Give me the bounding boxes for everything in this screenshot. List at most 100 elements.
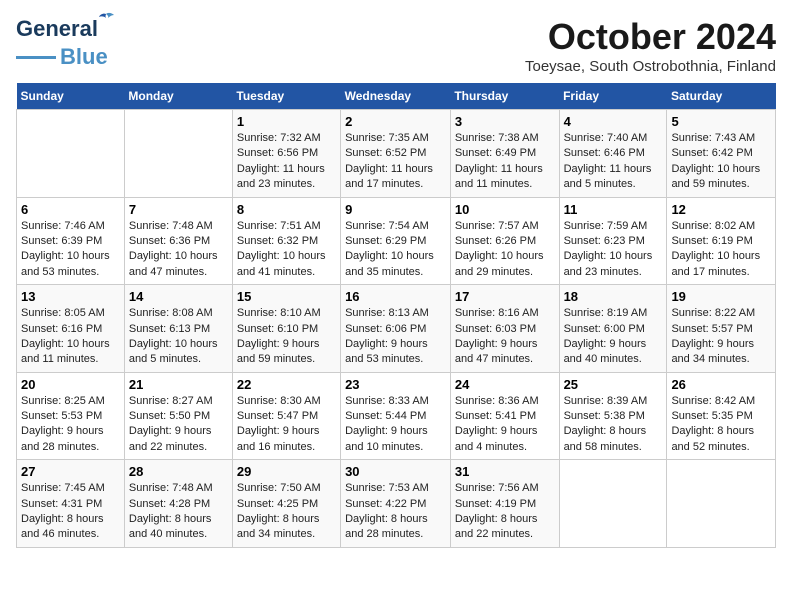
calendar-cell — [124, 110, 232, 198]
calendar-cell: 22Sunrise: 8:30 AM Sunset: 5:47 PM Dayli… — [232, 372, 340, 460]
cell-content: Sunrise: 8:36 AM Sunset: 5:41 PM Dayligh… — [455, 394, 555, 456]
calendar-cell: 17Sunrise: 8:16 AM Sunset: 6:03 PM Dayli… — [450, 285, 559, 373]
logo: General Blue — [16, 16, 108, 70]
cell-content: Sunrise: 7:51 AM Sunset: 6:32 PM Dayligh… — [237, 219, 336, 281]
calendar-cell: 18Sunrise: 8:19 AM Sunset: 6:00 PM Dayli… — [559, 285, 667, 373]
cell-content: Sunrise: 7:57 AM Sunset: 6:26 PM Dayligh… — [455, 219, 555, 281]
calendar-cell: 30 Sunrise: 7:53 AM Sunset: 4:22 PM Dayli… — [341, 460, 451, 548]
day-number: 20 — [21, 377, 120, 392]
cell-content: Sunrise: 8:39 AM Sunset: 5:38 PM Dayligh… — [564, 394, 663, 456]
day-number: 8 — [237, 202, 336, 217]
day-number: 2 — [345, 114, 446, 129]
page-subtitle: Toeysae, South Ostrobothnia, Finland — [525, 58, 776, 75]
cell-content: Sunrise: 8:22 AM Sunset: 5:57 PM Dayligh… — [671, 306, 771, 368]
day-number: 15 — [237, 289, 336, 304]
cell-content: Sunrise: 8:10 AM Sunset: 6:10 PM Dayligh… — [237, 306, 336, 368]
calendar-cell: 28 Sunrise: 7:48 AM Sunset: 4:28 PM Dayli… — [124, 460, 232, 548]
calendar-cell: 20 Sunrise: 8:25 AM Sunset: 5:53 PM Dayli… — [17, 372, 125, 460]
day-number: 23 — [345, 377, 446, 392]
calendar-cell — [667, 460, 776, 548]
day-number: 22 — [237, 377, 336, 392]
calendar-header-friday: Friday — [559, 83, 667, 110]
cell-content: Sunrise: 8:25 AM Sunset: 5:53 PM Dayligh… — [21, 394, 120, 456]
day-number: 31 — [455, 464, 555, 479]
calendar-cell — [559, 460, 667, 548]
day-number: 30 — [345, 464, 446, 479]
calendar-week-row: 27 Sunrise: 7:45 AM Sunset: 4:31 PM Dayli… — [17, 460, 776, 548]
calendar-cell: 23 Sunrise: 8:33 AM Sunset: 5:44 PM Dayli… — [341, 372, 451, 460]
calendar-cell: 13 Sunrise: 8:05 AM Sunset: 6:16 PM Dayli… — [17, 285, 125, 373]
calendar-cell: 26 Sunrise: 8:42 AM Sunset: 5:35 PM Dayli… — [667, 372, 776, 460]
calendar-table: SundayMondayTuesdayWednesdayThursdayFrid… — [16, 83, 776, 548]
day-number: 27 — [21, 464, 120, 479]
cell-content: Sunrise: 8:42 AM Sunset: 5:35 PM Dayligh… — [671, 394, 771, 456]
cell-content: Sunrise: 8:16 AM Sunset: 6:03 PM Dayligh… — [455, 306, 555, 368]
calendar-header-saturday: Saturday — [667, 83, 776, 110]
cell-content: Sunrise: 7:53 AM Sunset: 4:22 PM Dayligh… — [345, 481, 446, 543]
day-number: 3 — [455, 114, 555, 129]
day-number: 26 — [671, 377, 771, 392]
day-number: 6 — [21, 202, 120, 217]
day-number: 13 — [21, 289, 120, 304]
calendar-cell: 5Sunrise: 7:43 AM Sunset: 6:42 PM Daylig… — [667, 110, 776, 198]
day-number: 1 — [237, 114, 336, 129]
calendar-header-monday: Monday — [124, 83, 232, 110]
calendar-cell: 1 Sunrise: 7:32 AM Sunset: 6:56 PM Daylig… — [232, 110, 340, 198]
calendar-cell: 8 Sunrise: 7:51 AM Sunset: 6:32 PM Daylig… — [232, 197, 340, 285]
cell-content: Sunrise: 7:45 AM Sunset: 4:31 PM Dayligh… — [21, 481, 120, 543]
day-number: 29 — [237, 464, 336, 479]
day-number: 14 — [129, 289, 228, 304]
day-number: 9 — [345, 202, 446, 217]
logo-bird-icon — [96, 10, 116, 30]
calendar-cell: 21Sunrise: 8:27 AM Sunset: 5:50 PM Dayli… — [124, 372, 232, 460]
calendar-cell: 10Sunrise: 7:57 AM Sunset: 6:26 PM Dayli… — [450, 197, 559, 285]
cell-content: Sunrise: 7:38 AM Sunset: 6:49 PM Dayligh… — [455, 131, 555, 193]
calendar-cell: 12 Sunrise: 8:02 AM Sunset: 6:19 PM Dayli… — [667, 197, 776, 285]
calendar-cell: 2Sunrise: 7:35 AM Sunset: 6:52 PM Daylig… — [341, 110, 451, 198]
calendar-cell: 6 Sunrise: 7:46 AM Sunset: 6:39 PM Daylig… — [17, 197, 125, 285]
cell-content: Sunrise: 7:54 AM Sunset: 6:29 PM Dayligh… — [345, 219, 446, 281]
calendar-week-row: 13 Sunrise: 8:05 AM Sunset: 6:16 PM Dayli… — [17, 285, 776, 373]
calendar-cell: 7Sunrise: 7:48 AM Sunset: 6:36 PM Daylig… — [124, 197, 232, 285]
cell-content: Sunrise: 7:56 AM Sunset: 4:19 PM Dayligh… — [455, 481, 555, 543]
cell-content: Sunrise: 7:48 AM Sunset: 4:28 PM Dayligh… — [129, 481, 228, 543]
calendar-cell: 25Sunrise: 8:39 AM Sunset: 5:38 PM Dayli… — [559, 372, 667, 460]
cell-content: Sunrise: 7:46 AM Sunset: 6:39 PM Dayligh… — [21, 219, 120, 281]
title-block: October 2024 Toeysae, South Ostrobothnia… — [525, 16, 776, 75]
calendar-header-thursday: Thursday — [450, 83, 559, 110]
cell-content: Sunrise: 8:02 AM Sunset: 6:19 PM Dayligh… — [671, 219, 771, 281]
calendar-body: 1 Sunrise: 7:32 AM Sunset: 6:56 PM Daylig… — [17, 110, 776, 548]
cell-content: Sunrise: 7:59 AM Sunset: 6:23 PM Dayligh… — [564, 219, 663, 281]
day-number: 7 — [129, 202, 228, 217]
day-number: 12 — [671, 202, 771, 217]
calendar-header-sunday: Sunday — [17, 83, 125, 110]
calendar-header-wednesday: Wednesday — [341, 83, 451, 110]
calendar-cell: 24Sunrise: 8:36 AM Sunset: 5:41 PM Dayli… — [450, 372, 559, 460]
cell-content: Sunrise: 8:19 AM Sunset: 6:00 PM Dayligh… — [564, 306, 663, 368]
calendar-week-row: 1 Sunrise: 7:32 AM Sunset: 6:56 PM Daylig… — [17, 110, 776, 198]
calendar-cell: 11 Sunrise: 7:59 AM Sunset: 6:23 PM Dayli… — [559, 197, 667, 285]
calendar-cell: 3 Sunrise: 7:38 AM Sunset: 6:49 PM Daylig… — [450, 110, 559, 198]
day-number: 28 — [129, 464, 228, 479]
cell-content: Sunrise: 8:05 AM Sunset: 6:16 PM Dayligh… — [21, 306, 120, 368]
cell-content: Sunrise: 8:27 AM Sunset: 5:50 PM Dayligh… — [129, 394, 228, 456]
calendar-cell: 27 Sunrise: 7:45 AM Sunset: 4:31 PM Dayli… — [17, 460, 125, 548]
cell-content: Sunrise: 7:43 AM Sunset: 6:42 PM Dayligh… — [671, 131, 771, 193]
calendar-cell: 31 Sunrise: 7:56 AM Sunset: 4:19 PM Dayli… — [450, 460, 559, 548]
cell-content: Sunrise: 7:32 AM Sunset: 6:56 PM Dayligh… — [237, 131, 336, 193]
logo-general: General — [16, 16, 98, 41]
cell-content: Sunrise: 8:33 AM Sunset: 5:44 PM Dayligh… — [345, 394, 446, 456]
day-number: 19 — [671, 289, 771, 304]
calendar-header-tuesday: Tuesday — [232, 83, 340, 110]
calendar-cell: 4Sunrise: 7:40 AM Sunset: 6:46 PM Daylig… — [559, 110, 667, 198]
cell-content: Sunrise: 7:50 AM Sunset: 4:25 PM Dayligh… — [237, 481, 336, 543]
cell-content: Sunrise: 8:08 AM Sunset: 6:13 PM Dayligh… — [129, 306, 228, 368]
page-header: General Blue October 2024 Toeysae, South… — [16, 16, 776, 75]
day-number: 16 — [345, 289, 446, 304]
calendar-cell: 15 Sunrise: 8:10 AM Sunset: 6:10 PM Dayli… — [232, 285, 340, 373]
calendar-cell: 14 Sunrise: 8:08 AM Sunset: 6:13 PM Dayli… — [124, 285, 232, 373]
day-number: 11 — [564, 202, 663, 217]
calendar-cell: 29 Sunrise: 7:50 AM Sunset: 4:25 PM Dayli… — [232, 460, 340, 548]
cell-content: Sunrise: 8:13 AM Sunset: 6:06 PM Dayligh… — [345, 306, 446, 368]
calendar-week-row: 6 Sunrise: 7:46 AM Sunset: 6:39 PM Daylig… — [17, 197, 776, 285]
